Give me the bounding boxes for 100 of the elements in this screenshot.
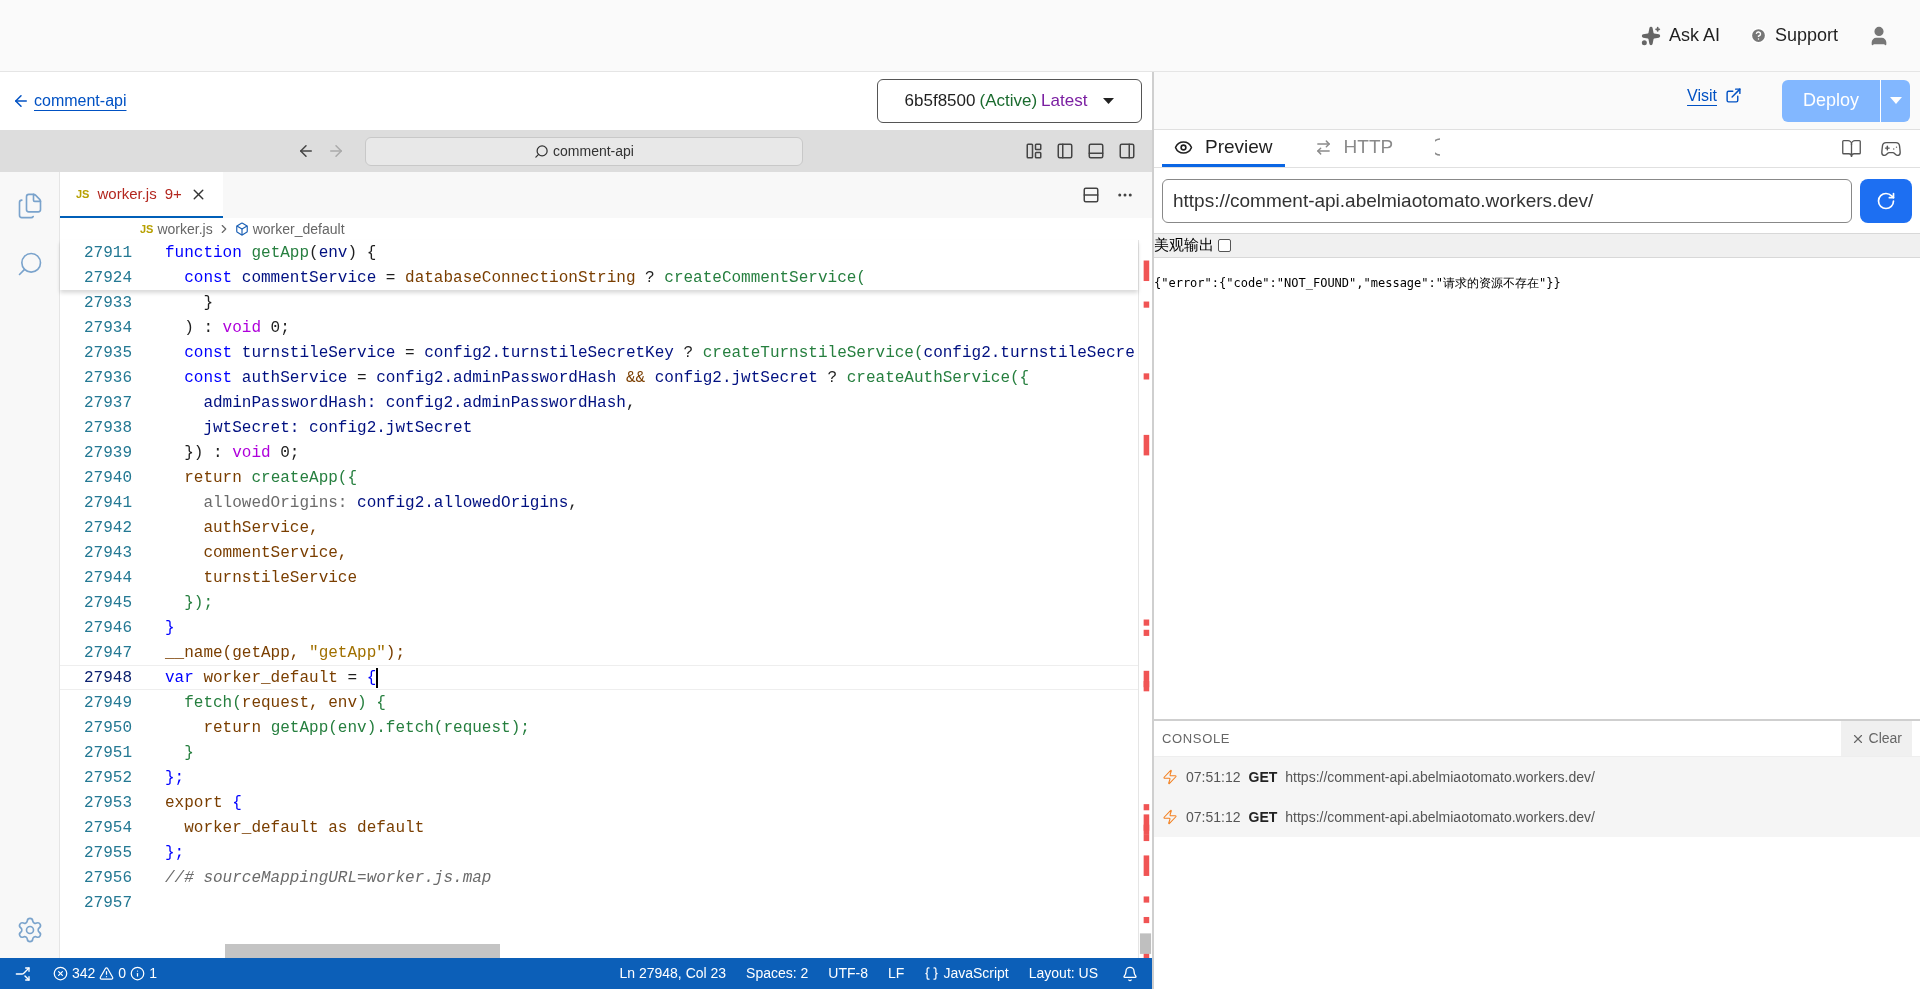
- status-item[interactable]: Spaces: 2: [736, 963, 819, 984]
- status-item[interactable]: UTF-8: [818, 963, 879, 984]
- line-number: 27911: [83, 242, 132, 264]
- line-number: 27951: [83, 742, 132, 764]
- code-line: }: [202, 292, 213, 314]
- arc-icon: [1435, 138, 1442, 156]
- pretty-print-checkbox[interactable]: 美观输出: [1154, 234, 1231, 257]
- external-link-icon: [1725, 87, 1742, 104]
- info-icon: [130, 966, 146, 981]
- remote-icon: [14, 965, 31, 982]
- line-number: 27953: [83, 792, 132, 814]
- line-number: 27956: [83, 867, 132, 889]
- horizontal-scrollbar[interactable]: [225, 944, 500, 958]
- status-item[interactable]: LF: [878, 963, 915, 984]
- sidebar-toggle-icon[interactable]: [1056, 142, 1074, 160]
- line-number: 27939: [83, 442, 132, 464]
- code-line: fetch(request, env) {: [183, 692, 386, 714]
- code-line: __name(getApp, "getApp");: [165, 642, 406, 664]
- language-indicator[interactable]: JavaScript: [914, 958, 1019, 989]
- line-number: 27938: [83, 417, 132, 439]
- code-line: const authService = config2.adminPasswordHash && config2.jwtSecret ? createAuthService({: [183, 367, 1030, 389]
- notifications-icon[interactable]: [1122, 965, 1138, 982]
- line-number: 27957: [83, 892, 132, 914]
- js-file-label: JS: [140, 221, 154, 237]
- line-number: 27949: [83, 692, 132, 714]
- code-line: });: [183, 592, 213, 614]
- code-line: authService,: [202, 517, 319, 539]
- response-body: {"error":{"code":"NOT_FOUND","message":"请求的资源不存在"}}: [1154, 276, 1561, 290]
- line-number: 27944: [83, 567, 132, 589]
- caret-icon: [1103, 98, 1115, 104]
- arrows-icon: [1314, 138, 1332, 156]
- error-icon: [53, 966, 68, 981]
- refresh-button[interactable]: [1860, 178, 1912, 223]
- support-button[interactable]: Support: [1749, 22, 1838, 49]
- code-line: return getApp(env).fetch(request);: [202, 717, 530, 739]
- code-line: export {: [165, 792, 242, 814]
- url-field[interactable]: https://comment-api.abelmiaotomato.workers.dev/: [1162, 178, 1852, 223]
- code-line: commentService,: [202, 542, 348, 564]
- line-number: 27954: [83, 817, 132, 839]
- code-line: ) : void 0;: [183, 317, 290, 339]
- line-number: 27946: [83, 617, 132, 639]
- code-line: const turnstileService = config2.turnstileSecretKey ? createTurnstileService(config2.turnstileSecre: [183, 342, 1135, 364]
- code-line: turnstileService: [202, 567, 358, 589]
- back-link[interactable]: comment-api: [12, 89, 127, 113]
- line-number: 27936: [83, 367, 132, 389]
- sparkle-icon: [1640, 25, 1661, 46]
- line-number: 27952: [83, 767, 132, 789]
- command-center-search[interactable]: comment-api: [365, 136, 803, 166]
- code-line: function getApp(env) {: [165, 242, 377, 264]
- console-title: CONSOLE: [1162, 729, 1231, 748]
- code-line: };: [165, 767, 185, 789]
- checkbox[interactable]: [1218, 239, 1231, 252]
- code-line: adminPasswordHash: config2.adminPasswordHash,: [202, 392, 636, 414]
- breadcrumb-item[interactable]: worker.js: [157, 218, 213, 240]
- problems-indicator[interactable]: 342 0 1: [45, 958, 165, 989]
- layout-icon[interactable]: [1025, 142, 1043, 160]
- preview-tab[interactable]: HTTP: [1302, 130, 1406, 167]
- back-icon[interactable]: [297, 142, 315, 160]
- line-number: 27943: [83, 542, 132, 564]
- line-number: 27933: [83, 292, 132, 314]
- code-line: allowedOrigins: config2.allowedOrigins,: [202, 492, 578, 514]
- code-line: worker_default as default: [183, 817, 425, 839]
- book-icon[interactable]: [1841, 138, 1862, 159]
- code-line: }) : void 0;: [183, 442, 300, 464]
- line-number: 27924: [83, 267, 132, 289]
- search-icon: [534, 143, 550, 159]
- code-line: jwtSecret: config2.jwtSecret: [202, 417, 473, 439]
- line-number: 27948: [83, 667, 132, 689]
- code-line: return createApp({: [183, 467, 358, 489]
- lightning-icon: [1162, 809, 1178, 825]
- visit-link[interactable]: Visit: [1687, 83, 1742, 108]
- clear-button[interactable]: Clear: [1840, 721, 1912, 756]
- help-icon: [1749, 27, 1767, 44]
- code-line: //# sourceMappingURL=worker.js.map: [165, 867, 492, 889]
- panel-toggle-icon[interactable]: [1087, 142, 1105, 160]
- tab-title: worker.js: [97, 183, 157, 204]
- secondary-sidebar-toggle-icon[interactable]: [1118, 142, 1136, 160]
- breadcrumb-item[interactable]: worker_default: [252, 218, 345, 240]
- line-number: 27945: [83, 592, 132, 614]
- ask-ai-button[interactable]: Ask AI: [1640, 22, 1720, 49]
- code-line: var worker_default = {: [165, 667, 377, 689]
- status-item[interactable]: Layout: US: [1018, 963, 1108, 984]
- refresh-icon: [1876, 190, 1896, 211]
- line-number: 27941: [83, 492, 132, 514]
- line-number: 27937: [83, 392, 132, 414]
- problem-count: 9+: [164, 183, 182, 204]
- code-line: }: [183, 742, 194, 764]
- line-number: 27934: [83, 317, 132, 339]
- variable-icon: [234, 222, 249, 236]
- preview-tab[interactable]: Preview: [1162, 130, 1285, 167]
- status-item[interactable]: Ln 27948, Col 23: [609, 963, 737, 984]
- line-number: 27947: [83, 642, 132, 664]
- split-editor-icon[interactable]: [1082, 186, 1100, 204]
- warning-icon: [99, 966, 115, 981]
- line-number: 27955: [83, 842, 132, 864]
- version-dropdown[interactable]: 6b5f8500 (Active) Latest: [877, 79, 1142, 123]
- line-number: 27935: [83, 342, 132, 364]
- line-number: 27942: [83, 517, 132, 539]
- editor-tab[interactable]: JS worker.js 9+: [60, 172, 223, 218]
- code-line: };: [165, 842, 185, 864]
